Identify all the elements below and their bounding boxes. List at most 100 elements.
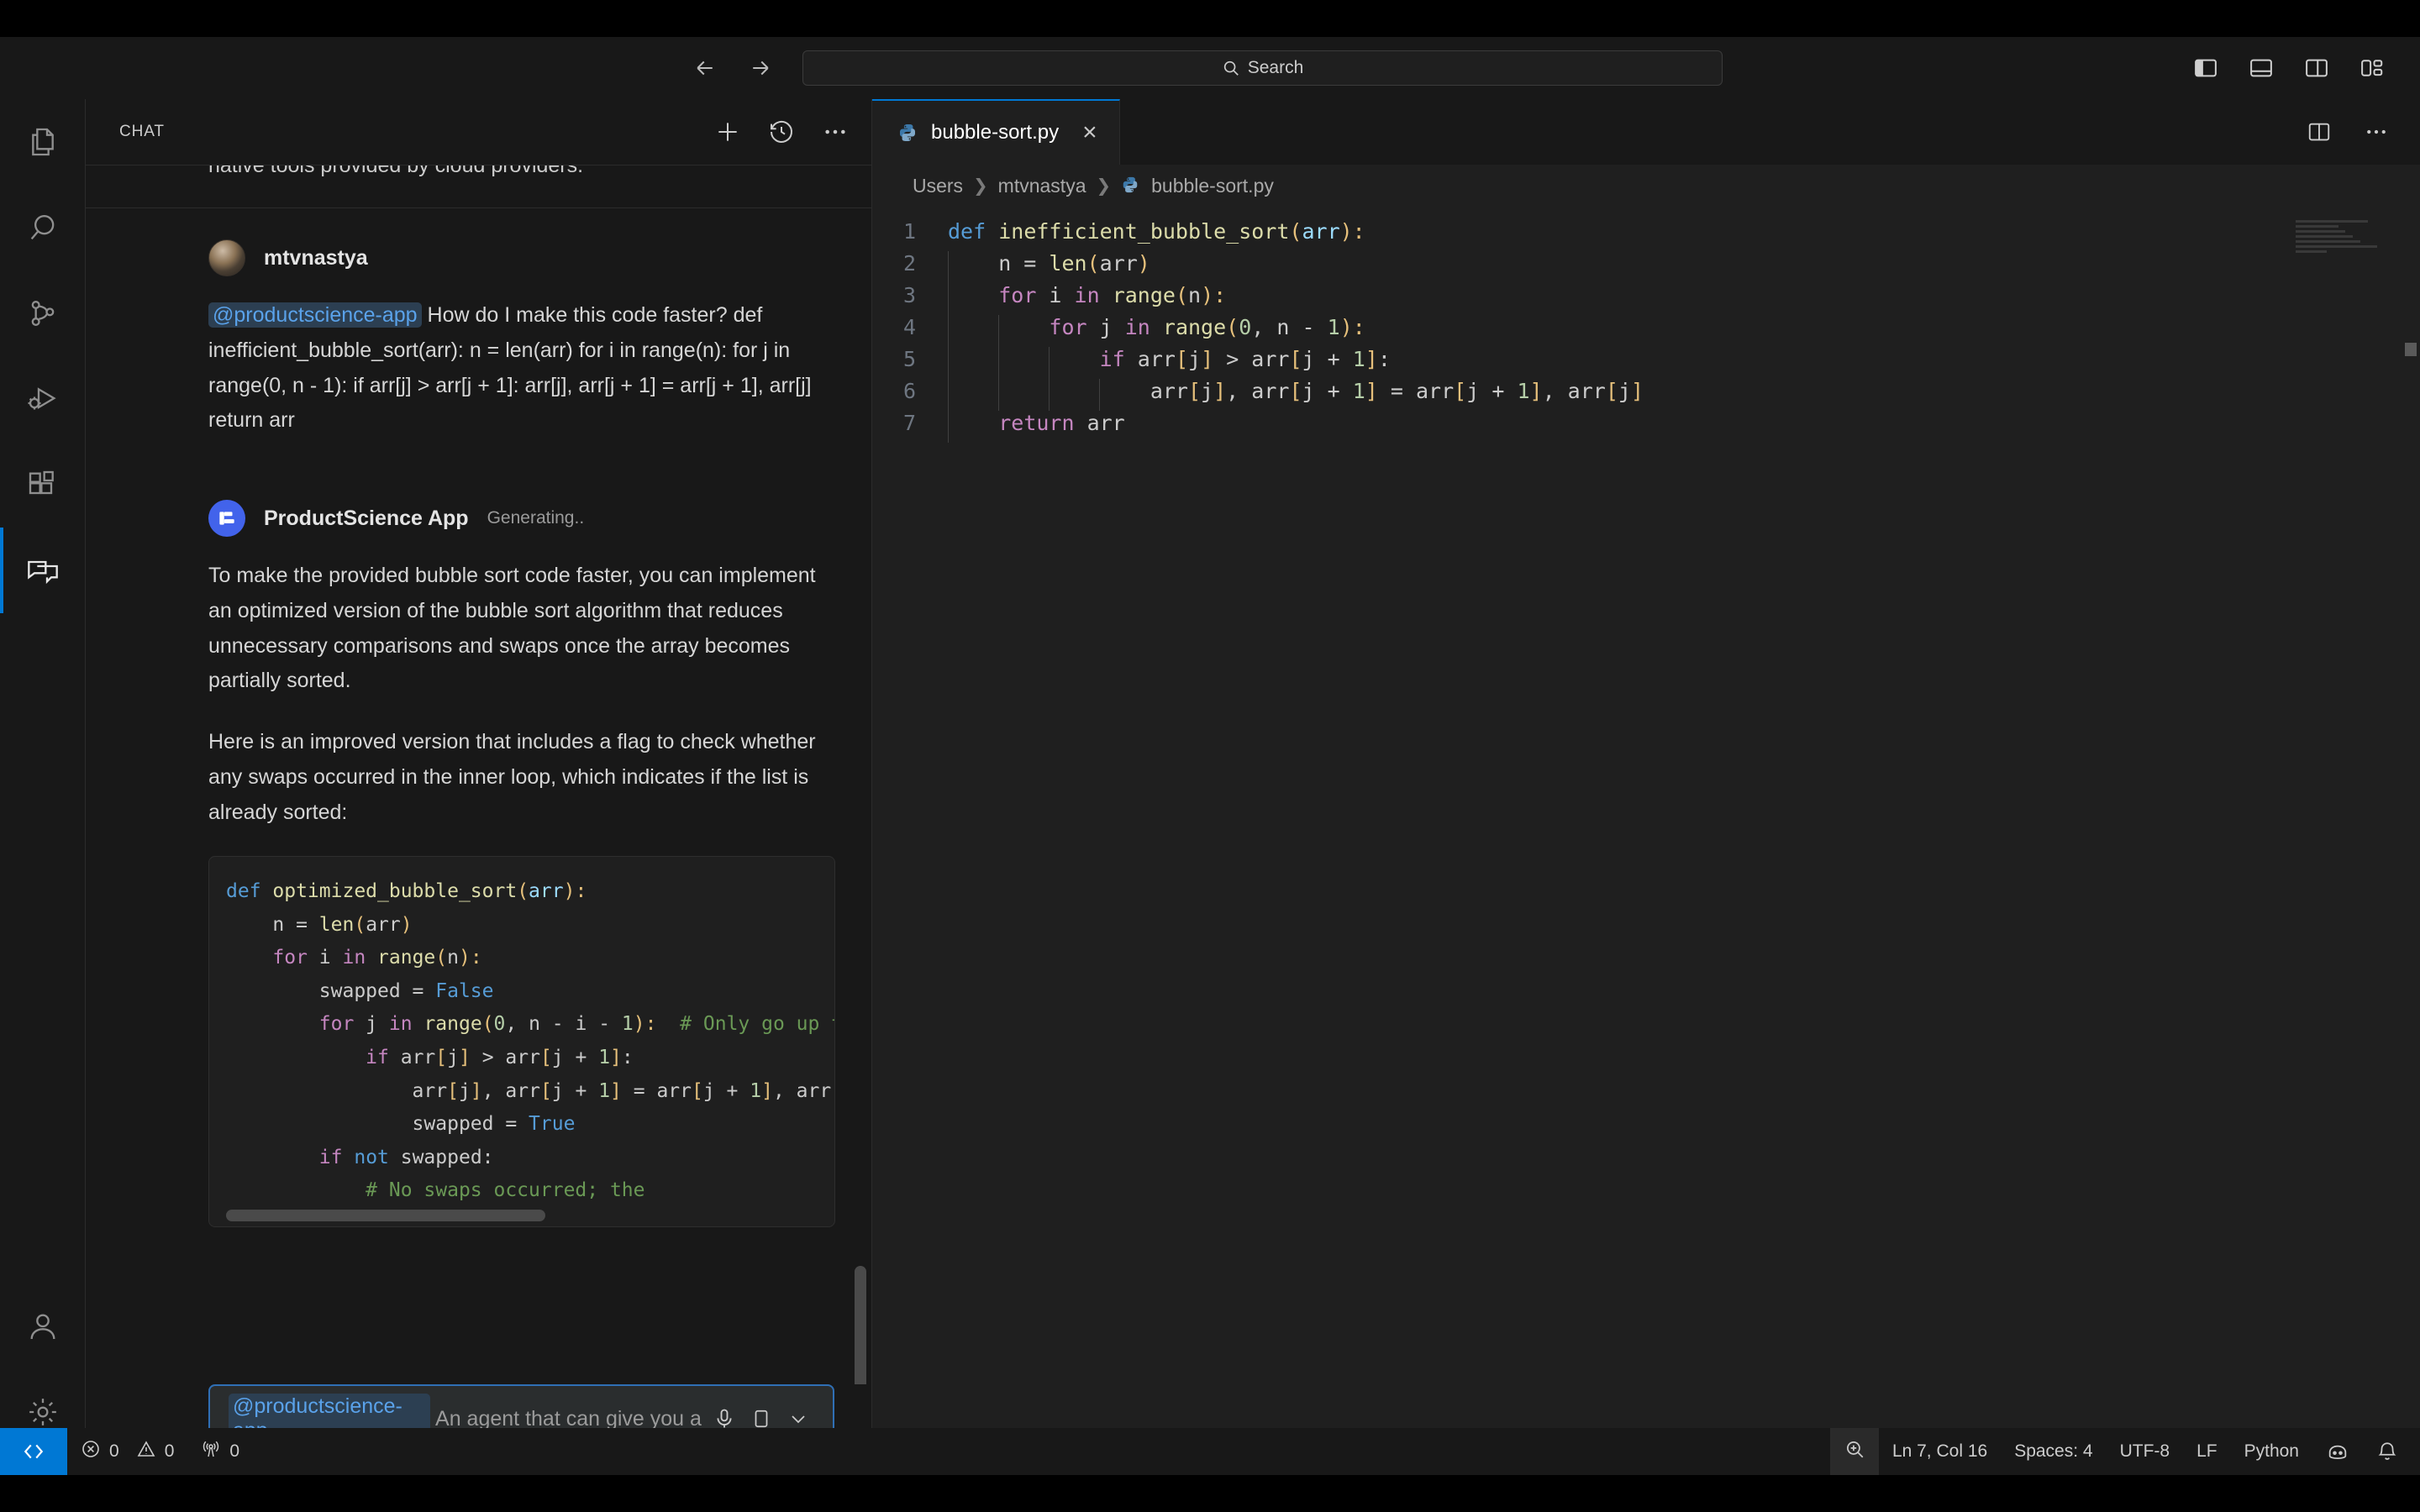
history-icon[interactable] [767,118,796,146]
indent-guide [948,250,949,283]
toggle-secondary-sidebar-icon[interactable] [2301,52,2333,84]
chat-vertical-scrollbar[interactable] [855,1266,866,1384]
minimap[interactable] [2296,220,2388,253]
indent-guide [1049,378,1050,411]
message-body: To make the provided bubble sort code fa… [208,559,835,830]
sidebar-item-explorer[interactable] [0,99,86,185]
ellipsis-icon[interactable] [821,118,850,146]
indent-guide [998,346,999,379]
status-ports[interactable]: 0 [187,1428,253,1475]
editor-position[interactable]: Ln 7, Col 16 [1879,1428,2001,1475]
tab-label: bubble-sort.py [931,121,1060,144]
indent-guide [1099,378,1100,411]
title-bar: Search [0,37,2420,99]
assistant-paragraph-2: Here is an improved version that include… [208,730,816,824]
code-line[interactable]: 4 for j in range(0, n - 1): [872,311,2420,347]
chat-header: CHAT [86,99,871,165]
line-number: 2 [902,250,916,276]
close-icon[interactable]: × [1082,120,1097,145]
zoom-indicator[interactable] [1829,1428,1879,1475]
chat-title: CHAT [119,123,165,140]
message-author: ProductScience App [264,506,469,530]
line-text: for j in range(0, n - 1): [948,314,1365,347]
breadcrumb-item-users[interactable]: Users [913,175,963,197]
indent-guide [948,346,949,379]
chat-message-user: mtvnastya @productscience-app How do I m… [86,239,871,465]
breadcrumb: Users ❯ mtvnastya ❯ bubble-sort.py [872,165,2420,207]
line-number: 7 [902,410,916,435]
code-line[interactable]: 1 def inefficient_bubble_sort(arr): [872,215,2420,247]
line-text: for i in range(n): [948,282,1226,315]
line-text: arr[j], arr[j + 1] = arr[j + 1], arr[j] [948,378,1644,411]
breadcrumb-item-mtvnastya[interactable]: mtvnastya [998,175,1086,197]
split-editor-icon[interactable] [2304,117,2334,147]
code-content: def optimized_bubble_sort(arr): n = len(… [226,880,834,1202]
sidebar-item-search[interactable] [0,185,86,270]
assistant-paragraph-1: To make the provided bubble sort code fa… [208,564,816,693]
avatar [208,239,245,276]
activity-bar [0,99,86,1475]
code-line[interactable]: 7 return arr [872,407,2420,443]
sidebar-item-extensions[interactable] [0,442,86,528]
ellipsis-icon[interactable] [2361,117,2391,147]
sidebar-item-run-and-debug[interactable] [0,356,86,442]
error-count: 0 [109,1441,119,1461]
search-icon [1222,59,1240,77]
line-number: 4 [902,314,916,339]
message-header: ProductScience App Generating.. [208,500,835,537]
indent-guide [998,314,999,347]
assistant-code-block[interactable]: def optimized_bubble_sort(arr): n = len(… [208,856,835,1227]
chat-scroll-area[interactable]: native tools provided by cloud providers… [86,165,871,1384]
customize-layout-icon[interactable] [2356,52,2388,84]
search-placeholder: Search [1247,58,1304,77]
chat-message-assistant: ProductScience App Generating.. To make … [86,500,871,1227]
line-number: 3 [902,282,916,307]
warning-icon [136,1439,156,1464]
indent-guide [948,378,949,411]
chat-header-actions [713,118,850,146]
code-horizontal-scrollbar[interactable] [226,1209,545,1221]
arrow-right-icon[interactable] [744,52,776,84]
remote-window-icon[interactable] [0,1428,67,1475]
code-line[interactable]: 6 arr[j], arr[j + 1] = arr[j + 1], arr[j… [872,375,2420,411]
editor-vertical-scrollbar[interactable] [2405,343,2417,356]
line-number: 5 [902,346,916,371]
editor-encoding[interactable]: UTF-8 [2107,1428,2184,1475]
error-icon [81,1439,101,1464]
indent-guide [948,410,949,443]
sidebar-item-chat[interactable] [0,528,86,613]
sidebar-item-source-control[interactable] [0,270,86,356]
scrolled-off-text: native tools provided by cloud providers… [208,165,584,177]
message-body: @productscience-app How do I make this c… [208,298,835,438]
toggle-panel-icon[interactable] [2245,52,2277,84]
editor-eol[interactable]: LF [2183,1428,2231,1475]
generating-status: Generating.. [487,508,585,528]
radio-tower-icon [201,1439,221,1464]
arrow-left-icon[interactable] [689,52,721,84]
line-text: if arr[j] > arr[j + 1]: [948,346,1391,379]
indent-guide [998,378,999,411]
status-bar-right: Ln 7, Col 16 Spaces: 4 UTF-8 LF Python [1829,1428,2420,1475]
code-line[interactable]: 3 for i in range(n): [872,279,2420,315]
code-line[interactable]: 5 if arr[j] > arr[j + 1]: [872,343,2420,379]
indent-guide [1049,346,1050,379]
toggle-primary-sidebar-icon[interactable] [2190,52,2222,84]
editor-code-area[interactable]: 1 def inefficient_bubble_sort(arr): 2 n = … [872,207,2420,443]
tab-bubble-sort-py[interactable]: bubble-sort.py × [872,99,1120,165]
code-line[interactable]: 2 n = len(arr) [872,247,2420,283]
agent-mention[interactable]: @productscience-app [208,302,422,328]
vscode-window: Search CHAT native tools provided by clo… [0,37,2420,1475]
copilot-icon[interactable] [2312,1428,2363,1475]
line-text: def inefficient_bubble_sort(arr): [948,218,1365,244]
breadcrumb-item-file[interactable]: bubble-sort.py [1151,175,1274,197]
editor-actions [2304,99,2420,165]
account-icon[interactable] [0,1284,86,1369]
search-input[interactable]: Search [802,50,1723,86]
editor-language[interactable]: Python [2231,1428,2312,1475]
breadcrumb-separator: ❯ [973,176,988,196]
bell-icon[interactable] [2363,1428,2420,1475]
editor-indentation[interactable]: Spaces: 4 [2001,1428,2106,1475]
navigation-arrows [689,52,776,84]
status-problems[interactable]: 0 0 [67,1428,187,1475]
plus-icon[interactable] [713,118,742,146]
